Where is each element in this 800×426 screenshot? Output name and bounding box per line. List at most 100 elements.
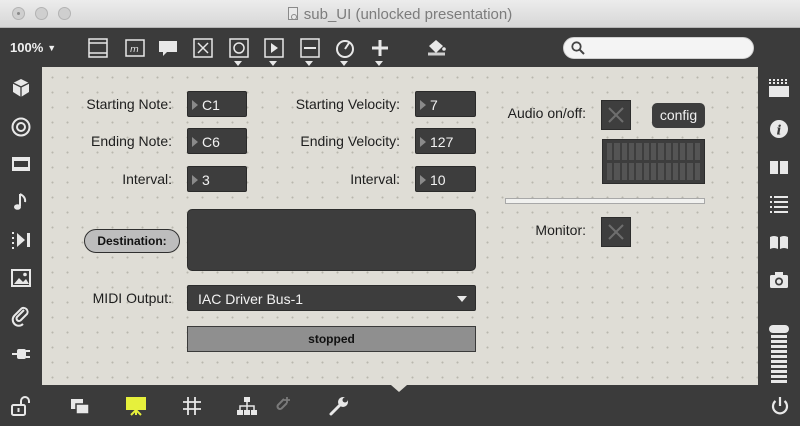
note-interval-label: Interval: [122,171,172,187]
velocity-interval-label: Interval: [350,171,400,187]
starting-velocity-value: 7 [430,97,438,113]
new-message-icon[interactable]: m [124,37,146,59]
presentation-mode-icon[interactable] [125,395,147,417]
number-arrow-icon [420,100,426,110]
destination-box[interactable] [187,209,476,271]
destination-button[interactable]: Destination: [84,229,180,253]
midi-output-menu[interactable]: IAC Driver Bus-1 [187,285,476,311]
wrench-icon[interactable] [328,395,350,417]
dial-object-icon[interactable] [334,37,356,66]
level-meter-icon[interactable] [766,309,792,385]
starting-note-value: C1 [202,97,220,113]
paperclip-icon[interactable] [10,305,32,327]
velocity-interval-box[interactable]: 10 [415,166,476,192]
starting-velocity-label: Starting Velocity: [295,96,400,112]
camera-icon[interactable] [768,269,790,291]
plug-icon[interactable] [10,343,32,365]
number-arrow-icon [192,100,198,110]
ending-note-label: Ending Note: [91,133,172,149]
zoom-caret: ▼ [47,43,57,53]
dial-dropdown-icon[interactable] [340,61,348,66]
title-bar: sub_UI (unlocked presentation) [0,0,800,28]
ending-note-box[interactable]: C6 [187,128,247,154]
note-interval-box[interactable]: 3 [187,166,247,192]
button-object-icon[interactable] [192,37,214,59]
patcher-document-icon [287,7,298,20]
number-arrow-icon [420,175,426,185]
meter-row-right [607,163,701,180]
target-icon[interactable] [10,116,32,138]
ending-velocity-value: 127 [430,134,454,150]
meter-row-left [607,143,701,160]
info-icon[interactable]: i [768,118,790,140]
comment-icon[interactable] [157,37,179,59]
status-display: stopped [187,326,476,352]
right-sidebar: i [758,67,800,387]
left-sidebar [0,67,42,387]
step-sequencer-icon[interactable] [10,229,32,251]
add-object-icon[interactable] [369,37,391,66]
chevron-down-icon [457,296,467,302]
starting-note-label: Starting Note: [86,96,172,112]
book-icon[interactable] [768,156,790,178]
velocity-interval-value: 10 [430,172,446,188]
lock-open-icon[interactable] [9,395,31,417]
number-arrow-icon [192,175,198,185]
grid-icon[interactable] [181,395,203,417]
window-title-wrap: sub_UI (unlocked presentation) [0,6,800,23]
image-icon[interactable] [10,267,32,289]
audio-level-meter [602,139,705,184]
open-book-icon[interactable] [768,231,790,253]
ending-velocity-label: Ending Velocity: [300,133,400,149]
monitor-label: Monitor: [535,222,586,238]
toggle-x-icon [608,224,624,240]
film-icon[interactable] [10,153,32,175]
note-interval-value: 3 [202,172,210,188]
list-icon[interactable] [768,193,790,215]
gain-slider[interactable] [505,198,705,204]
zoom-menu[interactable]: 100% ▼ [10,40,56,55]
canvas-notch [391,385,407,392]
bang-dropdown-icon[interactable] [234,61,242,66]
midi-output-value: IAC Driver Bus-1 [198,291,304,307]
play-dropdown-icon[interactable] [269,61,277,66]
window-title: sub_UI (unlocked presentation) [303,6,513,23]
add-object-dropdown-icon[interactable] [375,61,383,66]
bang-object-icon[interactable] [228,37,250,66]
slider-object-icon[interactable] [299,37,321,66]
monitor-toggle[interactable] [601,217,631,247]
level-slider-knob-icon[interactable] [769,325,789,333]
midi-output-label: MIDI Output: [92,290,172,306]
zoom-level: 100% [10,40,44,55]
search-icon [571,41,585,55]
number-arrow-icon [192,137,198,147]
ending-velocity-box[interactable]: 127 [415,128,476,154]
svg-text:i: i [777,124,782,139]
toggle-x-icon [608,107,624,123]
add-dependency-icon[interactable] [271,395,293,417]
new-object-icon[interactable] [87,37,109,59]
play-object-icon[interactable] [263,37,285,66]
slider-dropdown-icon[interactable] [305,61,313,66]
windows-icon[interactable] [69,395,91,417]
power-icon[interactable] [769,395,791,417]
toolbar: 100% ▼ m [0,29,800,67]
paint-bucket-icon[interactable] [425,37,447,59]
bottom-toolbar [0,385,800,426]
starting-velocity-box[interactable]: 7 [415,91,476,117]
config-button[interactable]: config [652,103,705,128]
music-note-icon[interactable] [10,191,32,213]
starting-note-box[interactable]: C1 [187,91,247,117]
level-bars-icon [771,335,787,385]
number-arrow-icon [420,137,426,147]
ending-note-value: C6 [202,134,220,150]
cube-icon[interactable] [10,77,32,99]
hierarchy-icon[interactable] [236,395,258,417]
svg-text:m: m [130,45,139,55]
grid-dots-icon[interactable] [768,77,790,99]
audio-label: Audio on/off: [507,105,586,121]
search-field[interactable] [563,37,754,59]
presentation-canvas[interactable]: Starting Note: C1 Ending Note: C6 Interv… [42,67,758,385]
audio-toggle[interactable] [601,100,631,130]
search-input[interactable] [592,40,747,56]
